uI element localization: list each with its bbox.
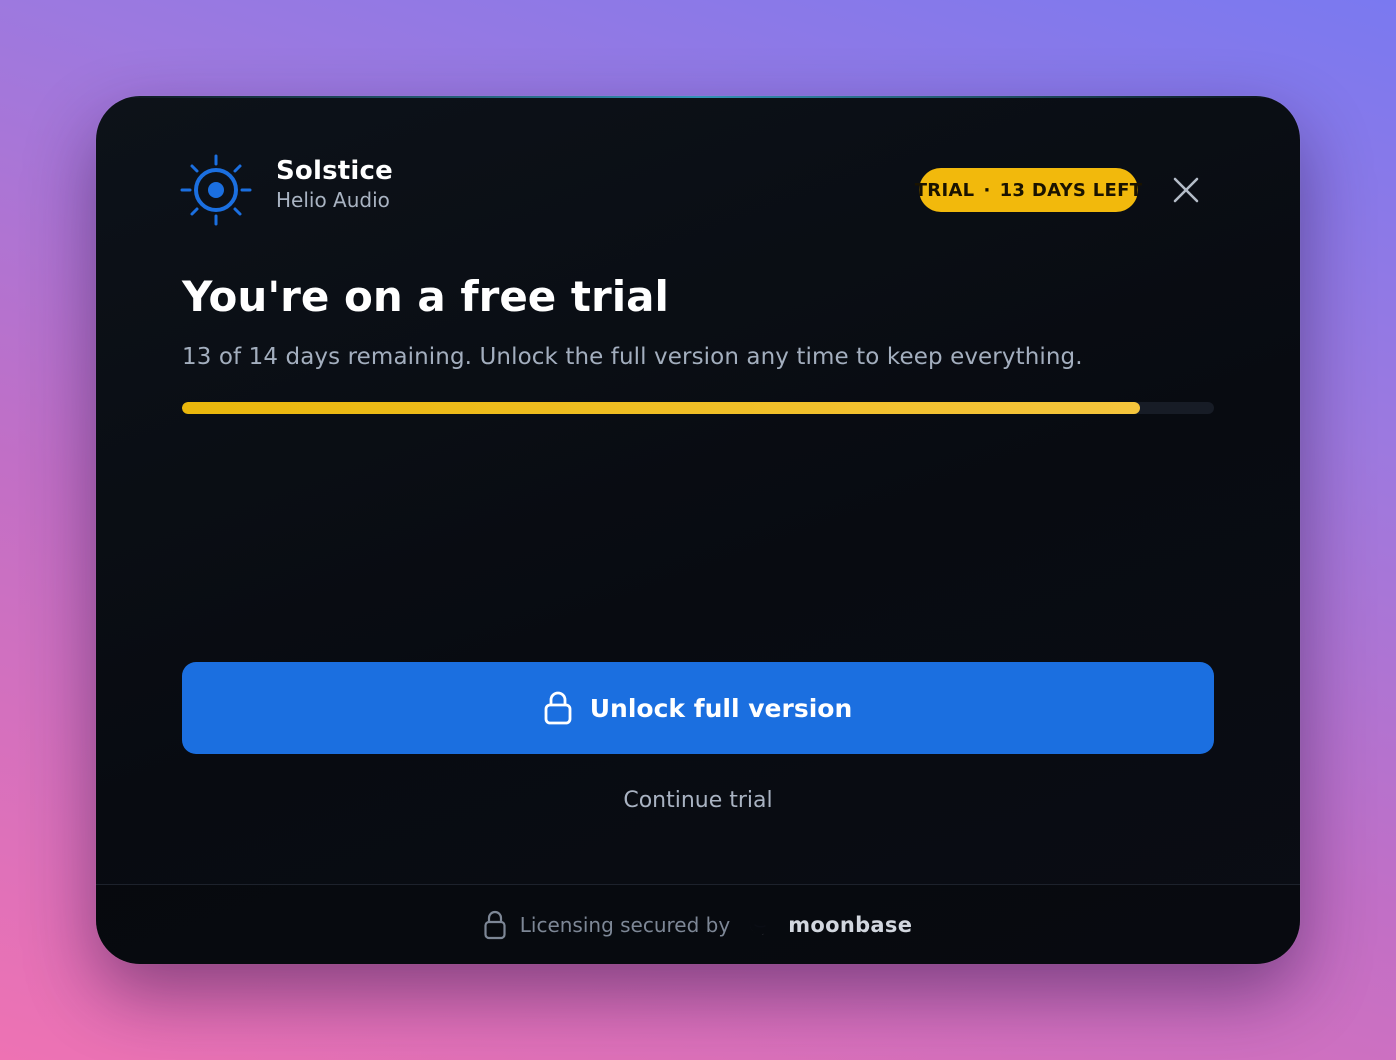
badge-label: TRIAL: [914, 179, 975, 201]
trial-progress-bar: [182, 402, 1214, 414]
moon-logo-icon: [749, 915, 771, 934]
badge-separator: ·: [983, 179, 991, 201]
trial-dialog: Solstice Helio Audio TRIAL · 13 DAYS LEF…: [96, 96, 1300, 964]
licensing-footer: Licensing secured by moonbase: [96, 885, 1300, 964]
app-name: Solstice: [276, 156, 393, 186]
licensing-secured-text: Licensing secured by: [519, 912, 731, 937]
top-glow-line: [96, 96, 1300, 98]
continue-trial-button[interactable]: Continue trial: [96, 788, 1300, 813]
moonbase-brand: moonbase: [788, 912, 913, 937]
unlock-full-version-button[interactable]: Unlock full version: [182, 662, 1214, 754]
lock-icon: [484, 910, 506, 939]
unlock-button-label: Unlock full version: [589, 693, 853, 723]
trial-progress-fill: [182, 402, 1141, 414]
trial-description: 13 of 14 days remaining. Unlock the full…: [182, 344, 1083, 370]
badge-days-left: 13 DAYS LEFT: [999, 179, 1143, 201]
sun-logo-icon: [180, 154, 252, 226]
trial-status-badge: TRIAL · 13 DAYS LEFT: [915, 168, 1142, 212]
close-button[interactable]: [1166, 170, 1206, 210]
company-name: Helio Audio: [276, 188, 390, 212]
lock-icon: [544, 691, 572, 725]
close-icon: [1173, 177, 1199, 203]
page-title: You're on a free trial: [182, 272, 669, 321]
